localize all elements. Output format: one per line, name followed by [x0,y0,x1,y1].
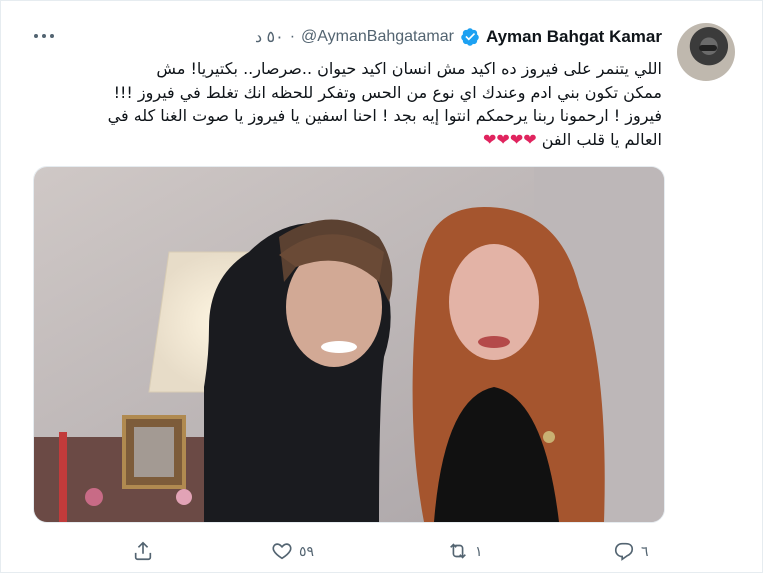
tweet-text-line: فيروز ! ارحمونا ربنا يرحمكم انتوا إيه بج… [107,106,662,125]
retweet-button[interactable]: ١ [447,531,483,571]
tweet-text: اللي يتنمر على فيروز ده اكيد مش انسان اك… [22,57,662,151]
like-count: ٥٩ [299,542,315,559]
tweet-card[interactable]: Ayman Bahgat Kamar @AymanBahgatamar · ٥٠… [0,0,763,573]
reply-button[interactable]: ٦ [613,531,649,571]
reply-icon [614,542,634,561]
tweet-photo[interactable] [33,166,665,523]
tweet-timestamp[interactable]: ٥٠ د [255,27,284,47]
reply-count: ٦ [641,542,649,559]
retweet-icon [450,543,466,559]
like-icon [272,543,292,560]
hearts-emoji: ❤❤❤❤ [483,129,538,149]
retweet-count: ١ [475,542,483,559]
tweet-text-line: العالم يا قلب الفن ❤❤❤❤ [483,129,662,149]
tweet-text-line: اللي يتنمر على فيروز ده اكيد مش انسان اك… [156,59,662,78]
share-button[interactable] [132,531,154,571]
avatar[interactable] [677,23,735,81]
like-button[interactable]: ٥٩ [271,531,314,571]
avatar-glasses [699,45,717,51]
author-handle[interactable]: @AymanBahgatamar [301,28,454,46]
author-name[interactable]: Ayman Bahgat Kamar [486,27,662,47]
separator-dot: · [289,28,296,45]
share-icon [134,541,152,561]
tweet-header: Ayman Bahgat Kamar @AymanBahgatamar · ٥٠… [255,25,662,49]
tweet-text-line: ممكن تكون بني ادم وعندك اي نوع من الحس و… [113,82,662,102]
verified-badge-icon [461,28,479,46]
action-bar: ٦ ١ ٥٩ [1,531,762,571]
more-icon[interactable] [30,26,58,46]
photo-illustration [34,167,664,522]
